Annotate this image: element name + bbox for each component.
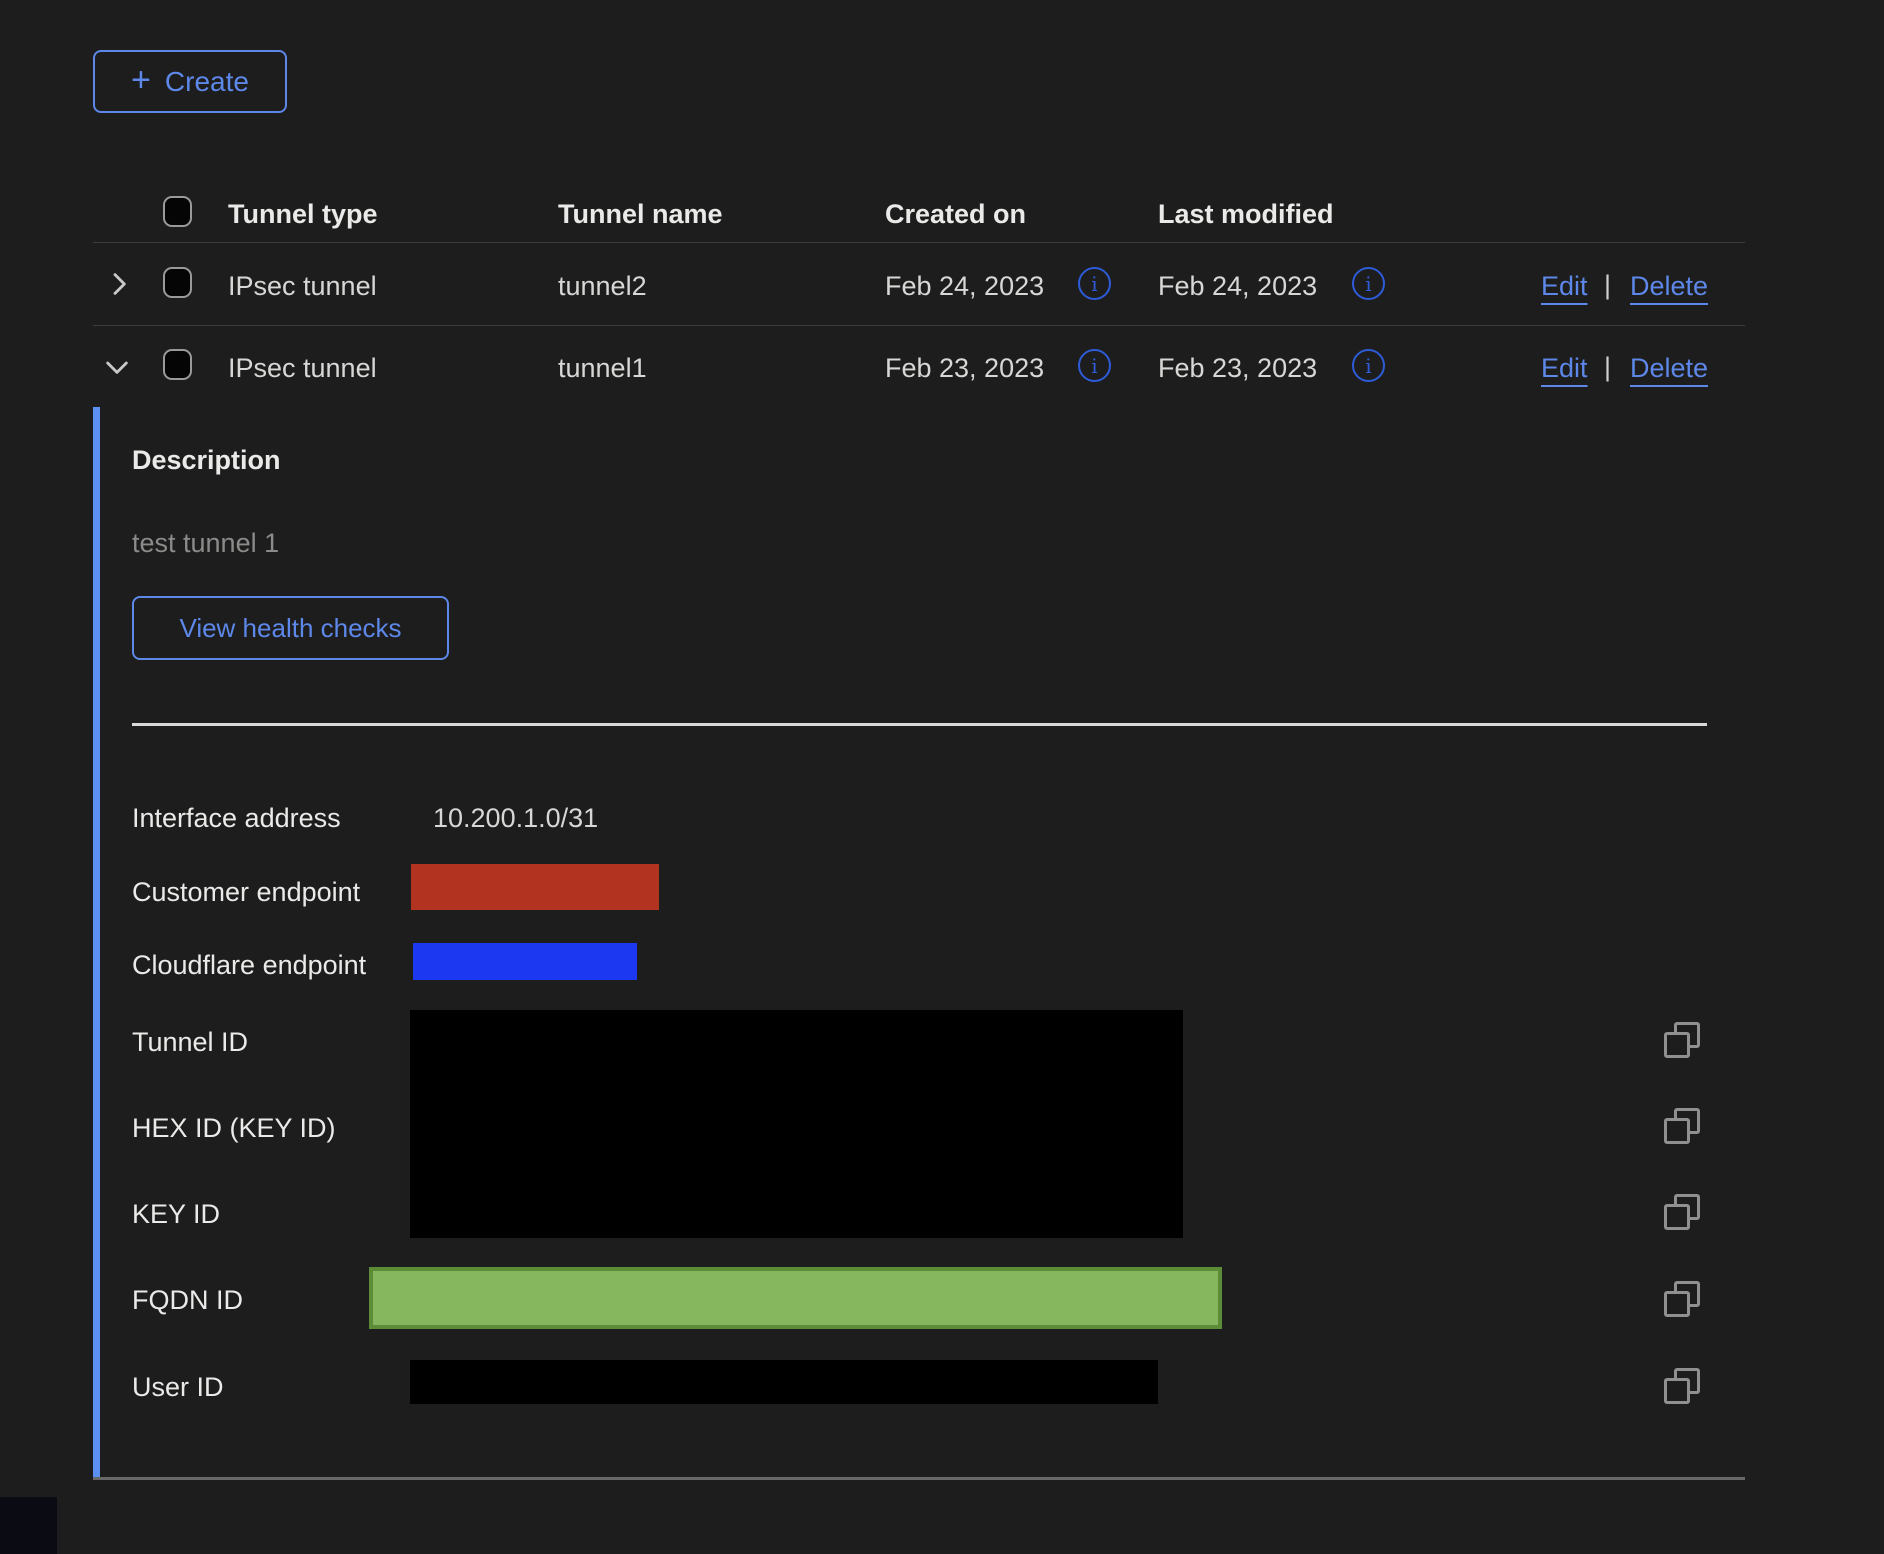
created-on-cell: Feb 24, 2023: [885, 271, 1044, 302]
expand-indicator-bar: [93, 407, 100, 1478]
tunnel-type-cell: IPsec tunnel: [228, 271, 377, 302]
table-bottom-border: [93, 1477, 1745, 1480]
header-divider: [93, 242, 1745, 243]
interface-address-label: Interface address: [132, 803, 341, 834]
select-all-checkbox[interactable]: [163, 196, 192, 227]
info-icon[interactable]: i: [1352, 267, 1385, 300]
interface-address-value: 10.200.1.0/31: [433, 803, 598, 834]
copy-icon: [1664, 1022, 1702, 1060]
edit-link[interactable]: Edit: [1541, 271, 1588, 302]
corner-artifact: [0, 1497, 57, 1554]
row-checkbox[interactable]: [163, 267, 192, 298]
ipsec-tunnels-page: + Create Tunnel type Tunnel name Created…: [0, 0, 1884, 1554]
user-id-redaction: [410, 1360, 1158, 1404]
edit-link[interactable]: Edit: [1541, 353, 1588, 384]
fqdn-id-label: FQDN ID: [132, 1285, 243, 1316]
id-group-redaction: [410, 1010, 1183, 1238]
cloudflare-endpoint-redaction: [413, 943, 637, 980]
copy-icon: [1664, 1108, 1702, 1146]
create-button[interactable]: + Create: [93, 50, 287, 113]
hex-id-label: HEX ID (KEY ID): [132, 1113, 336, 1144]
last-modified-cell: Feb 23, 2023: [1158, 353, 1317, 384]
action-separator: |: [1604, 270, 1611, 301]
section-divider: [132, 723, 1707, 726]
info-icon[interactable]: i: [1078, 267, 1111, 300]
copy-icon: [1664, 1281, 1702, 1319]
tunnel-name-cell: tunnel1: [558, 353, 647, 384]
user-id-label: User ID: [132, 1372, 224, 1403]
last-modified-cell: Feb 24, 2023: [1158, 271, 1317, 302]
copy-user-id-button[interactable]: [1664, 1368, 1702, 1406]
customer-endpoint-label: Customer endpoint: [132, 877, 360, 908]
description-text: test tunnel 1: [132, 528, 279, 559]
copy-key-id-button[interactable]: [1664, 1194, 1702, 1232]
copy-icon: [1664, 1368, 1702, 1406]
view-health-checks-label: View health checks: [179, 613, 401, 644]
info-icon[interactable]: i: [1078, 349, 1111, 382]
created-on-cell: Feb 23, 2023: [885, 353, 1044, 384]
chevron-down-icon[interactable]: [100, 351, 132, 383]
info-icon[interactable]: i: [1352, 349, 1385, 382]
fqdn-id-redaction: [369, 1267, 1222, 1329]
customer-endpoint-redaction: [411, 864, 659, 910]
tunnel-type-cell: IPsec tunnel: [228, 353, 377, 384]
plus-icon: +: [131, 63, 151, 97]
header-tunnel-name: Tunnel name: [558, 199, 723, 230]
key-id-label: KEY ID: [132, 1199, 220, 1230]
copy-tunnel-id-button[interactable]: [1664, 1022, 1702, 1060]
cloudflare-endpoint-label: Cloudflare endpoint: [132, 950, 366, 981]
header-last-modified: Last modified: [1158, 199, 1334, 230]
row-checkbox[interactable]: [163, 349, 192, 380]
copy-fqdn-id-button[interactable]: [1664, 1281, 1702, 1319]
delete-link[interactable]: Delete: [1630, 353, 1708, 384]
row-divider: [93, 325, 1745, 326]
copy-icon: [1664, 1194, 1702, 1232]
tunnel-id-label: Tunnel ID: [132, 1027, 248, 1058]
header-tunnel-type: Tunnel type: [228, 199, 378, 230]
copy-hex-id-button[interactable]: [1664, 1108, 1702, 1146]
create-button-label: Create: [165, 66, 249, 98]
header-created-on: Created on: [885, 199, 1026, 230]
chevron-right-icon[interactable]: [103, 268, 135, 300]
view-health-checks-button[interactable]: View health checks: [132, 596, 449, 660]
action-separator: |: [1604, 352, 1611, 383]
description-heading: Description: [132, 445, 281, 476]
tunnel-name-cell: tunnel2: [558, 271, 647, 302]
delete-link[interactable]: Delete: [1630, 271, 1708, 302]
